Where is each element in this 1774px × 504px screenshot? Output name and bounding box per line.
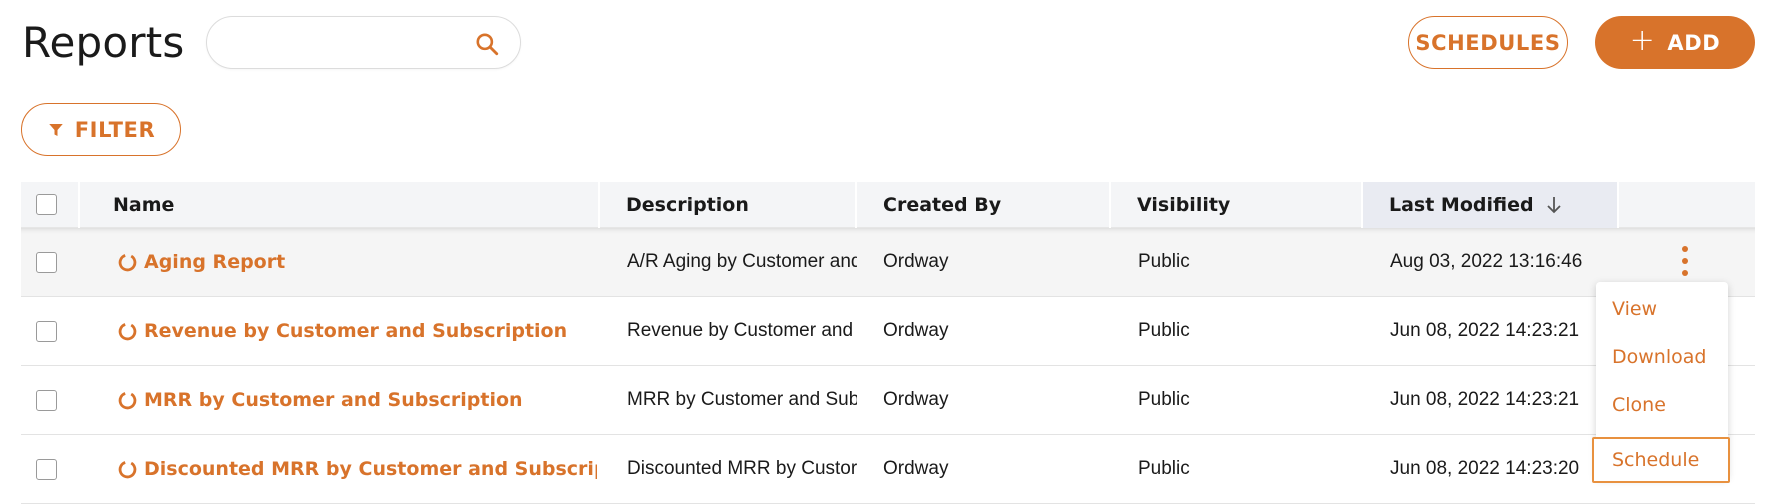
report-created-by: Ordway <box>883 251 949 272</box>
report-description: Discounted MRR by Custor <box>627 458 857 479</box>
row-checkbox[interactable] <box>36 252 57 273</box>
column-divider <box>1109 182 1111 228</box>
report-name-link[interactable]: Aging Report <box>117 228 597 296</box>
column-header-created-by[interactable]: Created By <box>883 182 1001 228</box>
sort-descending-icon[interactable] <box>1546 196 1562 214</box>
report-description: A/R Aging by Customer and <box>627 251 857 272</box>
report-created-by: Ordway <box>883 389 949 410</box>
filter-button-label: FILTER <box>74 117 156 142</box>
row-actions-menu: View Download Clone Schedule <box>1592 282 1730 483</box>
search-icon[interactable] <box>474 31 500 57</box>
report-name[interactable]: Revenue by Customer and Subscription <box>144 320 567 342</box>
column-header-last-modified-label: Last Modified <box>1389 194 1534 216</box>
column-divider <box>855 182 857 228</box>
add-button[interactable]: + ADD <box>1595 16 1755 69</box>
report-name-link[interactable]: MRR by Customer and Subscription <box>117 366 597 434</box>
report-last-modified: Jun 08, 2022 14:23:21 <box>1390 389 1580 410</box>
report-name[interactable]: Discounted MRR by Customer and Subscript… <box>144 458 597 480</box>
column-divider <box>78 182 80 228</box>
menu-item-download[interactable]: Download <box>1612 346 1706 368</box>
report-name[interactable]: MRR by Customer and Subscription <box>144 389 523 411</box>
table-row[interactable]: Discounted MRR by Customer and Subscript… <box>21 435 1755 504</box>
column-header-visibility[interactable]: Visibility <box>1137 182 1230 228</box>
more-options-icon[interactable] <box>1678 246 1692 276</box>
reports-table: Name Description Created By Visibility L… <box>21 182 1755 504</box>
report-status-icon <box>118 391 137 409</box>
report-name[interactable]: Aging Report <box>144 251 285 273</box>
table-row[interactable]: Revenue by Customer and Subscription Rev… <box>21 297 1755 366</box>
report-description: Revenue by Customer and <box>627 320 854 341</box>
select-all-checkbox[interactable] <box>36 194 57 215</box>
report-name-link[interactable]: Discounted MRR by Customer and Subscript… <box>117 435 597 503</box>
search-box[interactable] <box>206 16 521 69</box>
report-description: MRR by Customer and Sub <box>627 389 857 410</box>
report-created-by: Ordway <box>883 458 949 479</box>
add-button-label: ADD <box>1667 30 1721 55</box>
column-header-description[interactable]: Description <box>626 182 749 228</box>
table-row[interactable]: Aging Report A/R Aging by Customer and O… <box>21 228 1755 297</box>
column-header-last-modified[interactable]: Last Modified <box>1363 182 1617 228</box>
filter-icon <box>48 123 63 136</box>
report-status-icon <box>118 253 137 271</box>
report-last-modified: Aug 03, 2022 13:16:46 <box>1390 251 1583 272</box>
page-title: Reports <box>22 18 185 67</box>
row-checkbox[interactable] <box>36 321 57 342</box>
report-last-modified: Jun 08, 2022 14:23:21 <box>1390 320 1580 341</box>
table-row[interactable]: MRR by Customer and Subscription MRR by … <box>21 366 1755 435</box>
report-visibility: Public <box>1138 320 1190 341</box>
report-last-modified: Jun 08, 2022 14:23:20 <box>1390 458 1580 479</box>
search-input[interactable] <box>227 29 467 57</box>
report-status-icon <box>118 460 137 478</box>
report-status-icon <box>118 322 137 340</box>
report-visibility: Public <box>1138 458 1190 479</box>
column-divider <box>598 182 600 228</box>
column-header-name[interactable]: Name <box>113 182 174 228</box>
report-created-by: Ordway <box>883 320 949 341</box>
menu-item-clone[interactable]: Clone <box>1612 394 1666 416</box>
row-checkbox[interactable] <box>36 459 57 480</box>
menu-item-view[interactable]: View <box>1612 298 1657 320</box>
menu-item-schedule[interactable]: Schedule <box>1592 437 1730 483</box>
report-visibility: Public <box>1138 389 1190 410</box>
plus-icon: + <box>1629 23 1656 58</box>
report-visibility: Public <box>1138 251 1190 272</box>
filter-button[interactable]: FILTER <box>21 103 181 156</box>
column-divider <box>1617 182 1619 228</box>
row-checkbox[interactable] <box>36 390 57 411</box>
table-header: Name Description Created By Visibility L… <box>21 182 1755 228</box>
schedules-button[interactable]: SCHEDULES <box>1408 16 1568 69</box>
report-name-link[interactable]: Revenue by Customer and Subscription <box>117 297 597 365</box>
